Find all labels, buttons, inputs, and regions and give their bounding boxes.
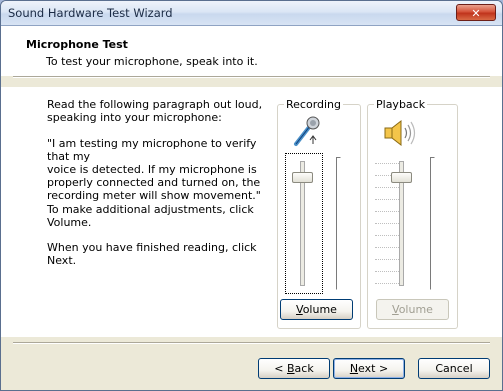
instruction-line: Read the following paragraph out loud, <box>47 98 263 111</box>
tick-mark <box>375 187 401 188</box>
tick-mark <box>375 199 401 200</box>
recording-volume-slider[interactable] <box>292 172 313 183</box>
cancel-button[interactable]: Cancel <box>418 358 490 379</box>
button-text: olume <box>398 303 433 316</box>
tick-mark <box>375 235 401 236</box>
next-button[interactable]: Next > <box>333 358 405 379</box>
page-subtitle: To test your microphone, speak into it. <box>46 55 258 68</box>
tick-mark <box>375 163 401 164</box>
button-text: ext > <box>358 362 389 375</box>
instruction-paragraph: Read the following paragraph out loud, s… <box>47 98 272 124</box>
playback-label: Playback <box>374 98 428 111</box>
accelerator-key: V <box>392 303 399 316</box>
button-text: olume <box>302 303 337 316</box>
instruction-line: To make additional adjustments, click <box>47 203 254 216</box>
close-button[interactable]: ✕ <box>456 4 496 21</box>
tick-mark <box>375 211 401 212</box>
instruction-line: When you have finished reading, click Ne… <box>47 241 257 267</box>
accelerator-key: B <box>287 362 295 375</box>
quote-line: "I am testing my microphone to verify th… <box>47 137 257 163</box>
playback-volume-slider[interactable] <box>391 172 412 183</box>
wizard-content: Read the following paragraph out loud, s… <box>1 87 502 337</box>
button-text: ack <box>294 362 314 375</box>
tick-mark <box>375 223 401 224</box>
page-title: Microphone Test <box>26 38 128 51</box>
accelerator-key: V <box>296 303 303 316</box>
instruction-line: Volume. <box>47 216 92 229</box>
quote-line: recording meter will show movement." <box>47 189 261 202</box>
recording-level-meter <box>336 157 341 290</box>
quote-line: voice is detected. If my microphone is <box>47 163 257 176</box>
window-title: Sound Hardware Test Wizard <box>8 6 173 20</box>
wizard-window: Sound Hardware Test Wizard ✕ Microphone … <box>0 0 503 391</box>
button-text: < <box>274 362 287 375</box>
playback-volume-button[interactable]: Volume <box>376 299 449 320</box>
microphone-icon <box>294 116 320 146</box>
finish-paragraph: When you have finished reading, click Ne… <box>47 241 287 267</box>
tick-mark <box>375 247 401 248</box>
title-bar[interactable]: Sound Hardware Test Wizard ✕ <box>1 1 502 26</box>
recording-label: Recording <box>284 98 344 111</box>
recording-group: Recording Volume <box>277 98 361 329</box>
footer-divider <box>13 342 490 344</box>
tick-mark <box>375 283 401 284</box>
recording-volume-button[interactable]: Volume <box>280 299 353 320</box>
close-icon: ✕ <box>471 7 481 20</box>
wizard-header: Microphone Test To test your microphone,… <box>1 26 502 76</box>
playback-level-meter <box>430 157 435 290</box>
quote-line: properly connected and turned on, the <box>47 176 261 189</box>
playback-group: Playback Volume <box>367 98 458 329</box>
adjustments-paragraph: To make additional adjustments, click Vo… <box>47 203 272 229</box>
test-sentence: "I am testing my microphone to verify th… <box>47 137 272 202</box>
speaker-icon <box>384 120 416 146</box>
instruction-line: speaking into your microphone: <box>47 111 222 124</box>
accelerator-key: N <box>349 362 359 375</box>
button-text: Cancel <box>435 362 473 375</box>
back-button[interactable]: < Back <box>258 358 330 379</box>
header-divider <box>13 76 490 78</box>
tick-mark <box>375 259 401 260</box>
tick-mark <box>375 271 401 272</box>
